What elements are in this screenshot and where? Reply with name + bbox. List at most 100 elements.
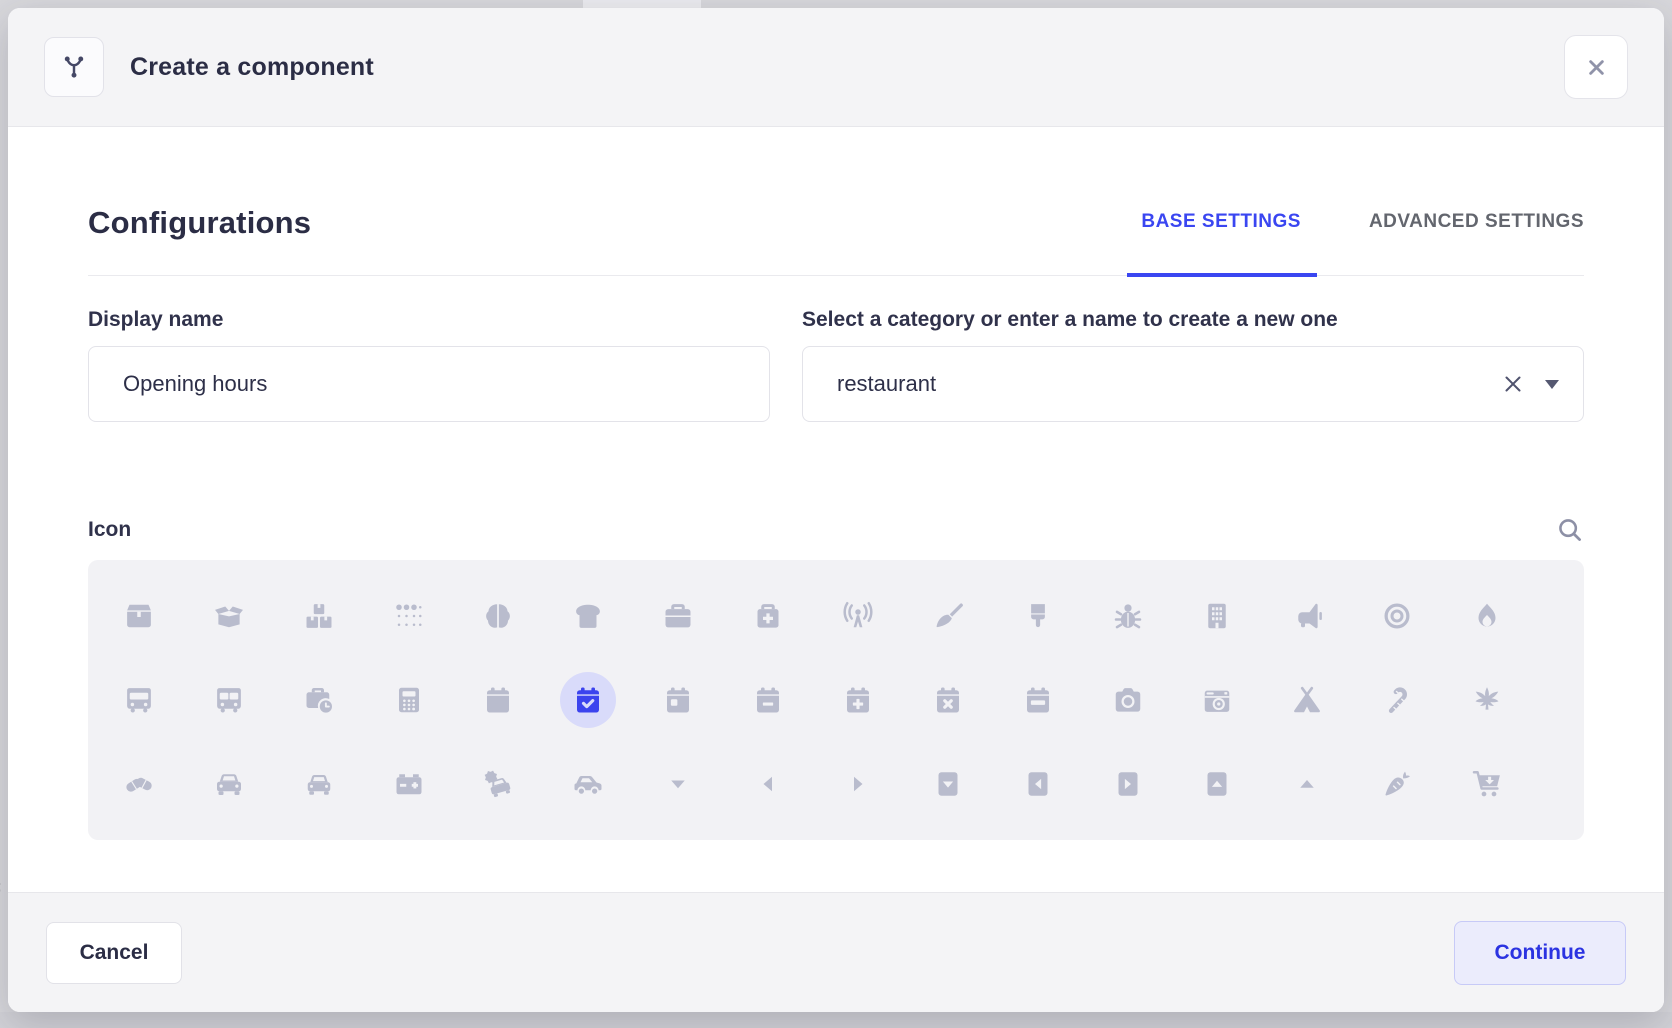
caret-up-icon: [1292, 769, 1322, 799]
tab-base-settings[interactable]: BASE SETTINGS: [1141, 211, 1301, 275]
cannabis-icon: [1472, 685, 1502, 715]
icon-option-bug[interactable]: [1100, 588, 1156, 644]
icon-option-capsules[interactable]: [111, 756, 167, 812]
icon-option-car-crash[interactable]: [470, 756, 526, 812]
icon-option-caret-square-right[interactable]: [1100, 756, 1156, 812]
background-text-fragment: n: [0, 100, 1, 131]
car-icon: [214, 769, 244, 799]
clear-x-icon[interactable]: [1501, 372, 1525, 396]
display-name-value: Opening hours: [123, 371, 745, 397]
icon-option-bullseye[interactable]: [1369, 588, 1425, 644]
icon-option-campground[interactable]: [1279, 672, 1335, 728]
icon-option-calculator[interactable]: [381, 672, 437, 728]
category-field-group: Select a category or enter a name to cre…: [802, 308, 1584, 422]
icon-option-camera-retro[interactable]: [1189, 672, 1245, 728]
icon-option-building[interactable]: [1189, 588, 1245, 644]
continue-button[interactable]: Continue: [1454, 921, 1626, 985]
icon-option-box-open[interactable]: [201, 588, 257, 644]
icon-option-cart-arrow-down[interactable]: [1459, 756, 1515, 812]
icon-option-brush[interactable]: [1010, 588, 1066, 644]
icon-option-calendar-plus[interactable]: [830, 672, 886, 728]
icon-option-burn[interactable]: [1459, 588, 1515, 644]
icon-option-calendar-check[interactable]: [560, 672, 616, 728]
icon-option-camera[interactable]: [1100, 672, 1156, 728]
icon-option-briefcase[interactable]: [650, 588, 706, 644]
icon-option-car[interactable]: [201, 756, 257, 812]
search-icon[interactable]: [1556, 516, 1584, 544]
branch-icon: [60, 53, 88, 81]
background-text-fragment: e: [0, 408, 1, 439]
background-page-bottom: [0, 1012, 1672, 1028]
icon-option-briefcase-medical[interactable]: [740, 588, 796, 644]
icon-option-caret-down[interactable]: [650, 756, 706, 812]
configurations-header-row: Configurations BASE SETTINGS ADVANCED SE…: [88, 205, 1584, 276]
modal-header: Create a component: [8, 8, 1664, 127]
form-fields-row: Display name Opening hours Select a cate…: [88, 308, 1584, 422]
icon-option-broadcast-tower[interactable]: [830, 588, 886, 644]
icon-option-box[interactable]: [111, 588, 167, 644]
modal-title: Create a component: [130, 53, 374, 82]
section-title: Configurations: [88, 205, 311, 275]
icon-option-caret-right[interactable]: [830, 756, 886, 812]
icon-option-bus[interactable]: [111, 672, 167, 728]
icon-option-bullhorn[interactable]: [1279, 588, 1335, 644]
caret-square-down-icon: [933, 769, 963, 799]
create-component-modal: Create a component Configurations BASE S…: [8, 8, 1664, 1012]
close-button[interactable]: [1564, 35, 1628, 99]
building-icon: [1202, 601, 1232, 631]
icon-option-calendar-times[interactable]: [920, 672, 976, 728]
briefcase-icon: [663, 601, 693, 631]
brush-icon: [1023, 601, 1053, 631]
bus-icon: [124, 685, 154, 715]
icon-option-caret-left[interactable]: [740, 756, 796, 812]
icon-option-caret-square-down[interactable]: [920, 756, 976, 812]
icon-option-candy-cane[interactable]: [1369, 672, 1425, 728]
icon-option-calendar-minus[interactable]: [740, 672, 796, 728]
icon-option-calendar-week[interactable]: [1010, 672, 1066, 728]
icon-option-car-battery[interactable]: [381, 756, 437, 812]
icon-option-caret-up[interactable]: [1279, 756, 1335, 812]
bus-alt-icon: [214, 685, 244, 715]
cancel-button[interactable]: Cancel: [46, 922, 182, 984]
icon-option-calendar-day[interactable]: [650, 672, 706, 728]
calendar-minus-icon: [753, 685, 783, 715]
car-battery-icon: [394, 769, 424, 799]
settings-tabs: BASE SETTINGS ADVANCED SETTINGS: [1141, 211, 1584, 275]
display-name-label: Display name: [88, 308, 770, 332]
caret-down-icon: [663, 769, 693, 799]
icon-option-carrot[interactable]: [1369, 756, 1425, 812]
icon-option-brain[interactable]: [470, 588, 526, 644]
icon-option-caret-square-up[interactable]: [1189, 756, 1245, 812]
boxes-icon: [304, 601, 334, 631]
broom-icon: [933, 601, 963, 631]
calculator-icon: [394, 685, 424, 715]
icon-option-broom[interactable]: [920, 588, 976, 644]
icon-option-caret-square-left[interactable]: [1010, 756, 1066, 812]
car-side-icon: [573, 769, 603, 799]
calendar-day-icon: [663, 685, 693, 715]
icon-option-cannabis[interactable]: [1459, 672, 1515, 728]
calendar-times-icon: [933, 685, 963, 715]
bullhorn-icon: [1292, 601, 1322, 631]
modal-footer: Cancel Continue: [8, 892, 1664, 1012]
icon-option-bus-alt[interactable]: [201, 672, 257, 728]
icon-option-braille[interactable]: [381, 588, 437, 644]
display-name-input[interactable]: Opening hours: [88, 346, 770, 422]
tab-advanced-settings[interactable]: ADVANCED SETTINGS: [1369, 211, 1584, 275]
calendar-icon: [483, 685, 513, 715]
campground-icon: [1292, 685, 1322, 715]
icon-option-boxes[interactable]: [291, 588, 347, 644]
icon-option-calendar[interactable]: [470, 672, 526, 728]
caret-down-icon[interactable]: [1545, 380, 1559, 389]
icon-option-business-time[interactable]: [291, 672, 347, 728]
icon-option-car-alt[interactable]: [291, 756, 347, 812]
icon-option-bread-slice[interactable]: [560, 588, 616, 644]
icon-option-car-side[interactable]: [560, 756, 616, 812]
briefcase-medical-icon: [753, 601, 783, 631]
candy-cane-icon: [1382, 685, 1412, 715]
caret-square-right-icon: [1113, 769, 1143, 799]
calendar-week-icon: [1023, 685, 1053, 715]
category-select[interactable]: restaurant: [802, 346, 1584, 422]
background-page-top: [583, 0, 701, 8]
bug-icon: [1113, 601, 1143, 631]
